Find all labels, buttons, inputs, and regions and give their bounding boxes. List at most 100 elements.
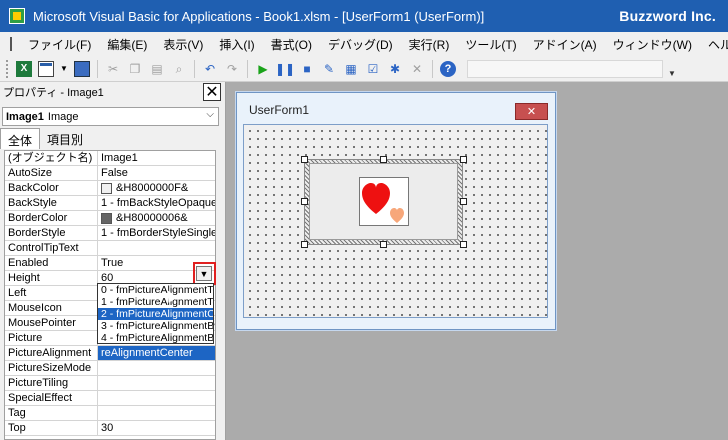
color-swatch <box>101 182 112 194</box>
resize-handle[interactable] <box>380 241 387 248</box>
dropdown-option[interactable]: 3 - fmPictureAlignmentBottomLeft <box>98 320 213 332</box>
title-bar: Microsoft Visual Basic for Applications … <box>0 0 728 32</box>
cut-icon[interactable]: ✂ <box>105 61 121 77</box>
property-name: MousePointer <box>5 316 98 330</box>
menu-tools[interactable]: ツール(T) <box>457 36 524 53</box>
close-icon[interactable]: ✕ <box>203 83 221 101</box>
resize-handle[interactable] <box>460 156 467 163</box>
property-row[interactable]: PictureTiling <box>5 376 215 391</box>
property-value-text: True <box>101 257 124 269</box>
resize-handle[interactable] <box>301 241 308 248</box>
object-type: Image <box>47 110 79 123</box>
property-value-text: &H80000006& <box>116 212 188 224</box>
menu-debug[interactable]: デバッグ(D) <box>320 36 401 53</box>
property-row[interactable]: SpecialEffect <box>5 391 215 406</box>
property-name: BorderStyle <box>5 226 98 240</box>
property-value[interactable]: &H8000000F& <box>98 181 215 195</box>
property-value-text: &H8000000F& <box>116 182 189 194</box>
property-name: Top <box>5 421 98 435</box>
property-value[interactable] <box>98 391 215 405</box>
property-value[interactable]: 30 <box>98 421 215 435</box>
property-row[interactable]: PictureAlignment reAlignmentCenter <box>5 346 215 361</box>
menu-help[interactable]: ヘルプ(H) <box>700 36 728 53</box>
dropdown-option[interactable]: 2 - fmPictureAlignmentCenter <box>98 308 213 320</box>
dropdown-option[interactable]: 4 - fmPictureAlignmentBottomRight <box>98 332 213 344</box>
resize-handle[interactable] <box>301 198 308 205</box>
property-row[interactable]: BorderColor &H80000006& <box>5 211 215 226</box>
properties-icon[interactable]: ☑ <box>365 61 381 77</box>
menu-run[interactable]: 実行(R) <box>401 36 458 53</box>
property-name: SpecialEffect <box>5 391 98 405</box>
resize-handle[interactable] <box>380 156 387 163</box>
property-value[interactable]: 1 - fmBorderStyleSingle <box>98 226 215 240</box>
find-icon[interactable]: ⌕ <box>171 61 187 77</box>
menu-bar: ファイル(F) 編集(E) 表示(V) 挿入(I) 書式(O) デバッグ(D) … <box>0 32 728 56</box>
property-row[interactable]: (オブジェクト名) Image1 <box>5 151 215 166</box>
tab-categorized[interactable]: 項目別 <box>40 128 90 148</box>
menu-view[interactable]: 表示(V) <box>155 36 211 53</box>
menu-format[interactable]: 書式(O) <box>263 36 320 53</box>
menu-window[interactable]: ウィンドウ(W) <box>605 36 700 53</box>
tab-alphabetic[interactable]: 全体 <box>0 128 41 149</box>
property-value[interactable]: Image1 <box>98 151 215 165</box>
break-icon[interactable]: ❚❚ <box>275 61 295 77</box>
property-value[interactable] <box>98 406 215 420</box>
save-icon[interactable] <box>74 60 90 77</box>
resize-handle[interactable] <box>301 156 308 163</box>
object-browser-icon[interactable]: ✱ <box>387 61 403 77</box>
properties-window: プロパティ - Image1 ✕ Image1 Image ⌵ 全体 項目別 (… <box>0 82 226 440</box>
excel-icon[interactable]: X <box>16 60 32 77</box>
property-row[interactable]: Enabled True <box>5 256 215 271</box>
resize-handle[interactable] <box>460 198 467 205</box>
property-value-text: 30 <box>101 422 114 434</box>
picture-alignment-dropdown: 0 - fmPictureAlignmentTopLeft1 - fmPictu… <box>97 283 214 344</box>
menu-addins[interactable]: アドイン(A) <box>525 36 605 53</box>
menu-file[interactable]: ファイル(F) <box>20 36 99 53</box>
close-icon[interactable]: ✕ <box>515 103 548 120</box>
paste-icon[interactable]: ▤ <box>149 61 165 77</box>
property-value[interactable]: &H80000006& <box>98 211 215 225</box>
design-mode-icon[interactable]: ✎ <box>321 61 337 77</box>
object-selector[interactable]: Image1 Image ⌵ <box>2 107 219 126</box>
property-row[interactable]: BackStyle 1 - fmBackStyleOpaque <box>5 196 215 211</box>
properties-header: プロパティ - Image1 ✕ <box>0 82 226 102</box>
userform-icon[interactable] <box>38 60 54 77</box>
property-name: AutoSize <box>5 166 98 180</box>
properties-title: プロパティ - Image1 <box>3 87 104 99</box>
menu-insert[interactable]: 挿入(I) <box>211 36 262 53</box>
property-row[interactable]: AutoSize False <box>5 166 215 181</box>
property-value[interactable] <box>98 376 215 390</box>
project-explorer-icon[interactable]: ▦ <box>343 61 359 77</box>
menu-edit[interactable]: 編集(E) <box>99 36 155 53</box>
property-row[interactable]: ControlTipText <box>5 241 215 256</box>
chevron-down-icon[interactable]: ⌵ <box>206 109 214 120</box>
resize-handle[interactable] <box>460 241 467 248</box>
property-row[interactable]: PictureSizeMode <box>5 361 215 376</box>
property-row[interactable]: Tag <box>5 406 215 421</box>
toolbox-icon[interactable]: ✕ <box>409 61 425 77</box>
run-icon[interactable]: ▶ <box>255 61 271 77</box>
help-icon[interactable]: ? <box>440 60 456 77</box>
dropdown-option[interactable]: 1 - fmPictureAlignmentTopRight <box>98 296 213 308</box>
property-name: BackColor <box>5 181 98 195</box>
property-value[interactable]: reAlignmentCenter <box>98 346 215 360</box>
dropdown-button[interactable]: ▼ <box>196 266 212 281</box>
property-row[interactable]: Top 30 <box>5 421 215 436</box>
toolbar-options-icon[interactable]: ▼ <box>667 60 677 78</box>
redo-icon[interactable]: ↷ <box>224 61 240 77</box>
toolbar-grip[interactable] <box>6 59 9 78</box>
dropdown-option[interactable]: 0 - fmPictureAlignmentTopLeft <box>98 284 213 296</box>
code-window-icon[interactable] <box>10 37 12 51</box>
property-value-text: 1 - fmBackStyleOpaque <box>101 197 215 209</box>
property-value[interactable]: False <box>98 166 215 180</box>
property-name: ControlTipText <box>5 241 98 255</box>
property-value[interactable] <box>98 241 215 255</box>
property-value[interactable]: 1 - fmBackStyleOpaque <box>98 196 215 210</box>
chevron-down-icon[interactable]: ▼ <box>60 61 68 77</box>
copy-icon[interactable]: ❐ <box>127 61 143 77</box>
property-row[interactable]: BackColor &H8000000F& <box>5 181 215 196</box>
reset-icon[interactable]: ■ <box>299 61 315 77</box>
property-value[interactable] <box>98 361 215 375</box>
undo-icon[interactable]: ↶ <box>202 61 218 77</box>
property-row[interactable]: BorderStyle 1 - fmBorderStyleSingle <box>5 226 215 241</box>
